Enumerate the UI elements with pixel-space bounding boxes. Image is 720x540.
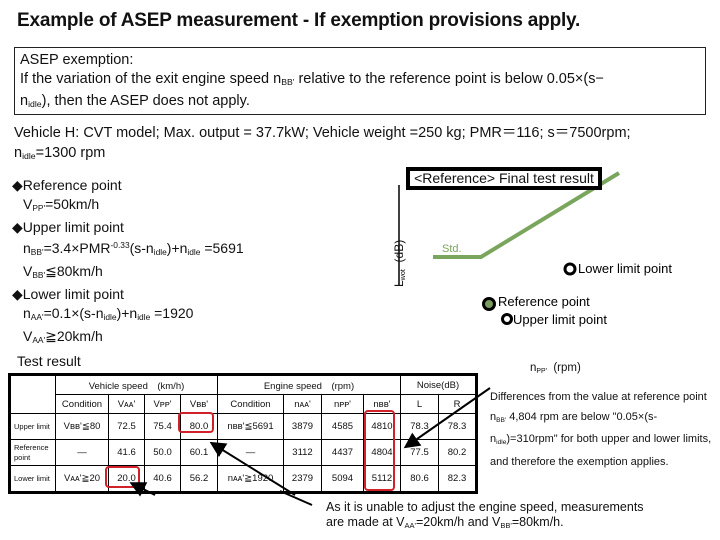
final-note: As it is unable to adjust the engine spe… — [326, 500, 644, 530]
arrow-to-vbb-upper — [209, 441, 296, 496]
difference-note: Differences from the value at reference … — [490, 391, 712, 468]
arrow-to-vaa-lower — [129, 482, 156, 497]
arrow-to-reference-nbb — [403, 387, 491, 449]
arrow-to-final-note — [279, 490, 313, 506]
